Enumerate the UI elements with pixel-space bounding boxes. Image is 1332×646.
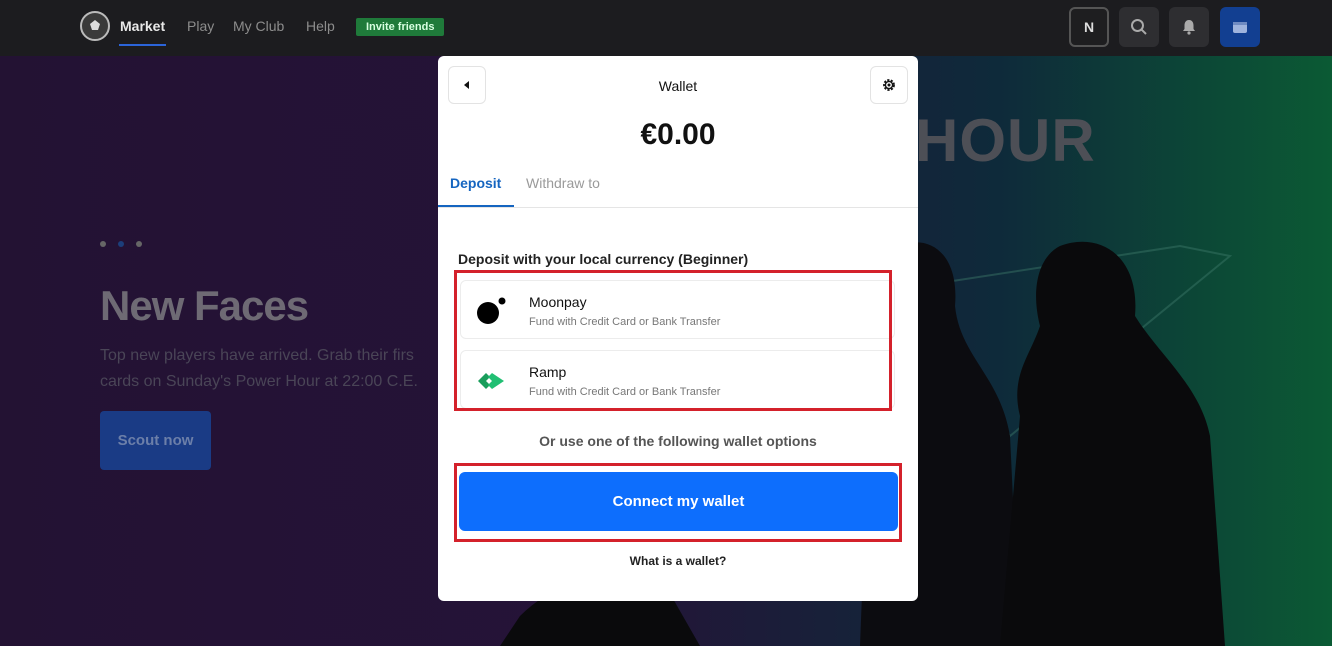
carousel-dots — [100, 234, 154, 252]
search-button[interactable] — [1119, 7, 1159, 47]
wallet-balance: €0.00 — [640, 118, 716, 151]
what-is-a-wallet-link[interactable]: What is a wallet? — [438, 554, 918, 568]
gear-icon — [883, 79, 895, 91]
profile-button[interactable]: N — [1069, 7, 1109, 47]
highlight-box-providers — [454, 270, 892, 411]
soccer-ball-logo-icon[interactable] — [80, 11, 110, 41]
tab-withdraw-to[interactable]: Withdraw to — [526, 175, 600, 191]
wallet-button[interactable] — [1220, 7, 1260, 47]
settings-button[interactable] — [870, 66, 908, 104]
wallet-icon — [1233, 22, 1247, 33]
nav-help[interactable]: Help — [306, 18, 335, 34]
power-hour-banner-text: HOUR — [915, 107, 1096, 174]
bell-icon — [1183, 20, 1195, 35]
carousel-dot[interactable] — [136, 241, 142, 247]
carousel-dot[interactable] — [100, 241, 106, 247]
modal-title: Wallet — [658, 78, 698, 94]
hero-subtitle-line-1: Top new players have arrived. Grab their… — [100, 347, 414, 364]
nav-active-underline — [119, 44, 166, 46]
hero-title: New Faces — [100, 282, 309, 329]
search-icon — [1131, 19, 1147, 35]
tab-deposit[interactable]: Deposit — [450, 175, 501, 191]
hero-subtitle: Top new players have arrived. Grab their… — [100, 343, 445, 395]
top-nav-bar: Market Play My Club Help Invite friends … — [0, 0, 1332, 56]
wallet-modal: Wallet €0.00 Deposit Withdraw to Deposit… — [438, 56, 918, 601]
scout-now-button[interactable]: Scout now — [100, 411, 211, 470]
nav-my-club[interactable]: My Club — [233, 18, 284, 34]
deposit-section-label: Deposit with your local currency (Beginn… — [458, 251, 749, 267]
carousel-dot-active[interactable] — [118, 241, 124, 247]
notifications-button[interactable] — [1169, 7, 1209, 47]
nav-play[interactable]: Play — [187, 18, 214, 34]
nav-market[interactable]: Market — [120, 18, 165, 34]
highlight-box-connect — [454, 463, 902, 542]
invite-friends-badge[interactable]: Invite friends — [356, 18, 445, 36]
tabs-divider — [438, 207, 918, 208]
hero-subtitle-line-2: cards on Sunday's Power Hour at 22:00 C.… — [100, 373, 418, 390]
alt-wallet-options-text: Or use one of the following wallet optio… — [539, 433, 817, 449]
